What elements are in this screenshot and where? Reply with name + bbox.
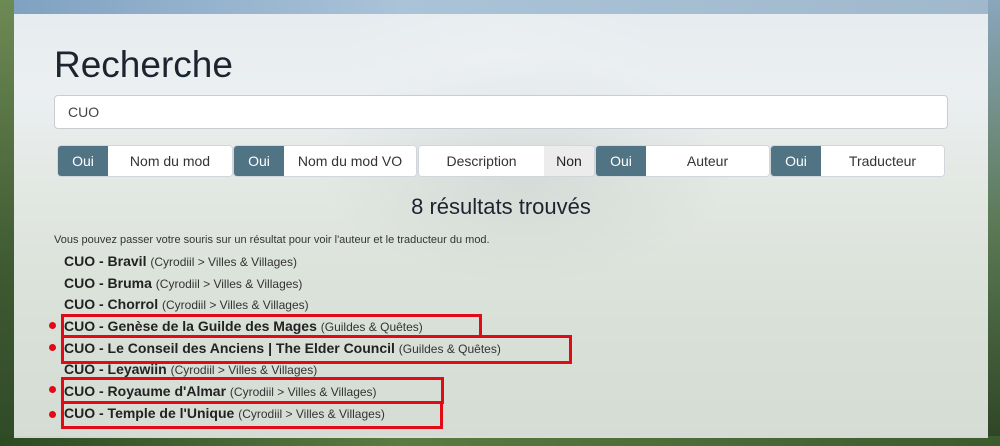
filter-mod-name: Oui Nom du mod	[57, 145, 233, 177]
result-category: (Guildes & Quêtes)	[320, 320, 423, 335]
toggle-mod-name-vo[interactable]: Oui	[234, 146, 284, 176]
annotation-dot	[49, 322, 56, 329]
filter-mod-name-vo: Oui Nom du mod VO	[233, 145, 417, 177]
annotation-dot	[49, 344, 56, 351]
result-name[interactable]: CUO - Leyawiin	[64, 361, 167, 377]
result-item[interactable]: CUO - Bruma (Cyrodiil > Villes & Village…	[64, 273, 501, 295]
result-name[interactable]: CUO - Le Conseil des Anciens | The Elder…	[64, 340, 395, 356]
result-item[interactable]: CUO - Temple de l'Unique (Cyrodiil > Vil…	[64, 403, 501, 425]
result-category: (Cyrodiil > Villes & Villages)	[229, 385, 377, 400]
filter-label-mod-name-vo: Nom du mod VO	[284, 146, 416, 176]
result-category: (Cyrodiil > Villes & Villages)	[238, 406, 385, 421]
result-item[interactable]: CUO - Le Conseil des Anciens | The Elder…	[64, 338, 501, 360]
result-name[interactable]: CUO - Chorrol	[64, 296, 158, 312]
result-item[interactable]: CUO - Royaume d'Almar (Cyrodiil > Villes…	[64, 381, 501, 403]
result-name[interactable]: CUO - Bruma	[64, 275, 152, 291]
result-category: (Cyrodiil > Villes & Villages)	[155, 276, 303, 291]
search-panel: Recherche Oui Nom du mod Oui Nom du mod …	[14, 14, 988, 438]
annotation-dot	[49, 411, 56, 418]
toggle-translator[interactable]: Oui	[771, 146, 821, 176]
result-category: (Cyrodiil > Villes & Villages)	[162, 298, 309, 313]
filter-label-translator: Traducteur	[821, 146, 944, 176]
toggle-author[interactable]: Oui	[596, 146, 646, 176]
result-item[interactable]: CUO - Genèse de la Guilde des Mages (Gui…	[64, 316, 501, 338]
result-name[interactable]: CUO - Temple de l'Unique	[64, 405, 234, 421]
annotation-dot	[49, 386, 56, 393]
result-category: (Cyrodiil > Villes & Villages)	[150, 255, 297, 269]
result-category: (Cyrodiil > Villes & Villages)	[170, 363, 318, 378]
background-sky	[0, 0, 1000, 14]
toggle-mod-name[interactable]: Oui	[58, 146, 108, 176]
filter-author: Oui Auteur	[595, 145, 770, 177]
background-left	[0, 0, 14, 446]
result-name[interactable]: CUO - Genèse de la Guilde des Mages	[64, 318, 317, 334]
result-item[interactable]: CUO - Chorrol (Cyrodiil > Villes & Villa…	[64, 294, 501, 316]
filter-label-mod-name: Nom du mod	[108, 146, 232, 176]
toggle-description[interactable]: Non	[544, 146, 594, 176]
result-item[interactable]: CUO - Leyawiin (Cyrodiil > Villes & Vill…	[64, 359, 501, 381]
results-list: CUO - Bravil (Cyrodiil > Villes & Villag…	[64, 251, 501, 425]
results-count: 8 résultats trouvés	[411, 194, 591, 219]
result-name[interactable]: CUO - Royaume d'Almar	[64, 383, 226, 399]
hover-hint: Vous pouvez passer votre souris sur un r…	[54, 234, 490, 246]
filter-translator: Oui Traducteur	[770, 145, 945, 177]
result-category: (Guildes & Quêtes)	[398, 341, 501, 356]
background-right	[988, 0, 1000, 446]
search-input[interactable]	[54, 95, 948, 129]
result-item[interactable]: CUO - Bravil (Cyrodiil > Villes & Villag…	[64, 251, 501, 273]
filter-description: Description Non	[418, 145, 595, 177]
page-title: Recherche	[54, 44, 233, 85]
filter-label-description: Description	[419, 146, 544, 176]
filter-label-author: Auteur	[646, 146, 769, 176]
result-name[interactable]: CUO - Bravil	[64, 253, 146, 269]
